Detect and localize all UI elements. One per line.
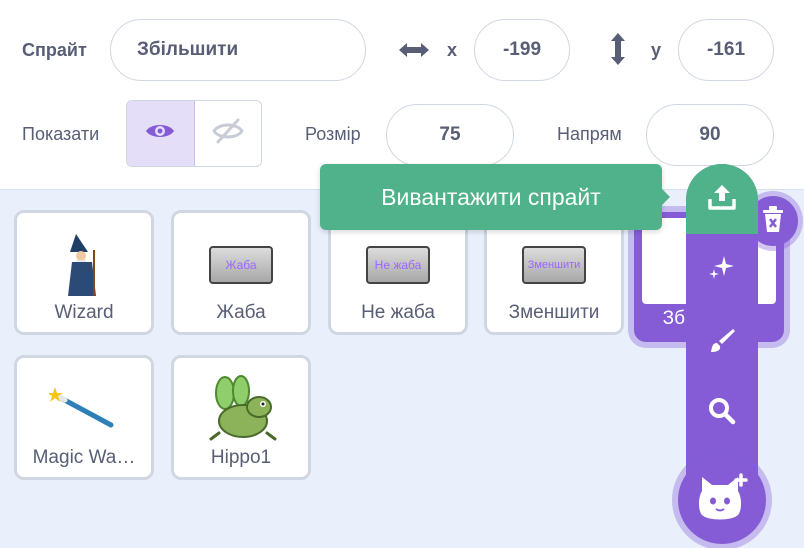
size-label: Розмір — [305, 124, 361, 144]
costume-thumbnail: Жаба — [209, 246, 273, 284]
sprite-info-panel: Спрайт Збільшити x -199 y -161 Показати — [0, 0, 804, 190]
sprite-name: Hippo1 — [210, 447, 272, 468]
direction-input[interactable]: 90 — [646, 104, 774, 166]
cat-icon — [692, 471, 752, 530]
hide-button[interactable] — [194, 101, 261, 166]
wizard-thumbnail — [17, 225, 151, 305]
eye-icon — [145, 121, 175, 146]
hippo1-thumbnail — [174, 370, 308, 450]
sprite-name: Не жаба — [361, 302, 435, 323]
eye-hidden-icon — [211, 117, 244, 150]
surprise-button[interactable] — [686, 234, 758, 304]
search-icon — [707, 396, 737, 431]
visibility-toggle — [126, 100, 262, 167]
show-label: Показати — [22, 124, 100, 144]
upload-icon — [707, 183, 737, 216]
costume-thumbnail: Не жаба — [366, 246, 430, 284]
sprite-name: Magic Wa… — [32, 447, 136, 468]
sprite-card-magic-wand[interactable]: Magic Wa… — [14, 355, 154, 480]
sprite-card-wizard[interactable]: Wizard — [14, 210, 154, 335]
tooltip-arrow — [660, 187, 670, 207]
y-arrows-icon — [609, 31, 627, 72]
sprite-label: Спрайт — [22, 40, 87, 60]
sparkle-icon — [707, 252, 737, 287]
search-sprite-button[interactable] — [686, 378, 758, 448]
upload-sprite-button[interactable] — [686, 164, 758, 234]
upload-sprite-tooltip: Вивантажити спрайт — [320, 164, 662, 230]
sprite-name: Зменшити — [508, 302, 600, 323]
sprite-card-zhaba[interactable]: Жаба Жаба — [171, 210, 311, 335]
choose-sprite-menu — [686, 164, 758, 494]
show-button[interactable] — [127, 101, 195, 166]
costume-thumbnail: Зменшити — [522, 246, 586, 284]
trash-icon — [760, 204, 786, 239]
magic-wand-thumbnail — [17, 370, 151, 450]
y-label: y — [651, 40, 662, 60]
sprite-name-input[interactable]: Збільшити — [110, 19, 366, 81]
sprite-name: Жаба — [216, 302, 266, 323]
x-arrows-icon — [397, 41, 431, 64]
size-input[interactable]: 75 — [386, 104, 514, 166]
sprite-name: Wizard — [54, 302, 114, 323]
direction-label: Напрям — [557, 124, 622, 144]
y-input[interactable]: -161 — [678, 19, 774, 81]
x-input[interactable]: -199 — [474, 19, 570, 81]
paintbrush-icon — [707, 326, 737, 361]
sprite-card-hippo1[interactable]: Hippo1 — [171, 355, 311, 480]
x-label: x — [447, 40, 458, 60]
choose-sprite-button[interactable] — [678, 456, 766, 544]
paint-button[interactable] — [686, 308, 758, 378]
